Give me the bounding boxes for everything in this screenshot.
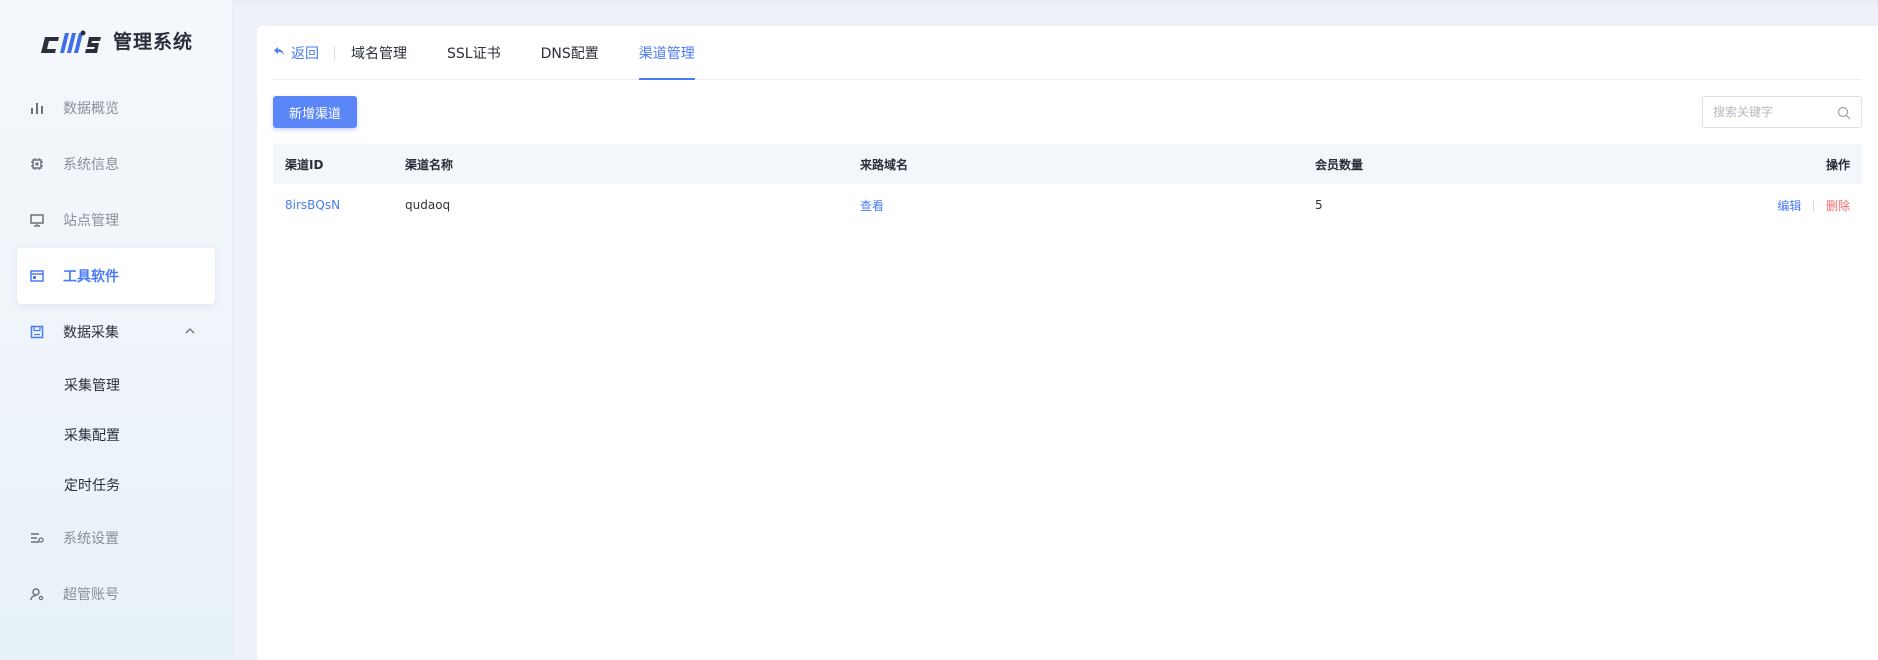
sidebar-item-tools[interactable]: 工具软件 bbox=[17, 248, 215, 304]
monitor-icon bbox=[29, 212, 45, 228]
sidebar-subitem-label: 采集管理 bbox=[64, 378, 120, 394]
header-source-domain: 来路域名 bbox=[860, 157, 909, 172]
sidebar-item-data-collection[interactable]: 数据采集 bbox=[17, 304, 215, 360]
sidebar-item-label: 超管账号 bbox=[63, 587, 119, 603]
save-icon bbox=[29, 324, 45, 340]
sidebar-subitem-collect-manage[interactable]: 采集管理 bbox=[17, 360, 215, 410]
table-row: 8irsBQsN qudaoq 查看 5 编辑 删除 bbox=[273, 184, 1862, 226]
content-panel: 返回 域名管理 SSL证书 DNS配置 渠道管理 新增渠道 搜索关键字 渠道ID… bbox=[257, 26, 1878, 660]
sidebar-menu: 数据概览 系统信息 站点管理 工具软件 数据采集 采集管理 采集配置 定时任务 … bbox=[0, 80, 232, 622]
sidebar-item-label: 系统设置 bbox=[63, 531, 119, 547]
sidebar-subitem-label: 采集配置 bbox=[64, 428, 120, 444]
table-header-row: 渠道ID 渠道名称 来路域名 会员数量 操作 bbox=[273, 144, 1862, 184]
sidebar-item-label: 数据概览 bbox=[63, 101, 119, 117]
add-channel-button[interactable]: 新增渠道 bbox=[273, 96, 358, 128]
sidebar-item-sites[interactable]: 站点管理 bbox=[17, 192, 215, 248]
op-divider bbox=[1813, 201, 1815, 211]
sidebar-item-label: 系统信息 bbox=[63, 157, 119, 173]
cell-member-count: 5 bbox=[1315, 198, 1323, 212]
app-root: 管理系统 数据概览 系统信息 站点管理 工具软件 数据采集 采集管理 采集配置 … bbox=[0, 0, 1878, 660]
sidebar: 管理系统 数据概览 系统信息 站点管理 工具软件 数据采集 采集管理 采集配置 … bbox=[0, 0, 233, 660]
tab-label: 渠道管理 bbox=[638, 45, 695, 62]
window-icon bbox=[29, 268, 45, 284]
main-content: 返回 域名管理 SSL证书 DNS配置 渠道管理 新增渠道 搜索关键字 渠道ID… bbox=[233, 0, 1878, 660]
toolbar: 新增渠道 bbox=[273, 80, 1862, 144]
tab-bar: 返回 域名管理 SSL证书 DNS配置 渠道管理 bbox=[273, 26, 1862, 80]
user-icon bbox=[29, 586, 45, 602]
tab-label: DNS配置 bbox=[540, 45, 599, 62]
channel-id-link[interactable]: 8irsBQsN bbox=[285, 198, 340, 212]
tab-label: 域名管理 bbox=[351, 45, 407, 62]
tab-ssl[interactable]: SSL证书 bbox=[447, 26, 501, 79]
view-domain-link[interactable]: 查看 bbox=[860, 199, 884, 213]
sidebar-item-system-info[interactable]: 系统信息 bbox=[17, 136, 215, 192]
back-button[interactable]: 返回 bbox=[273, 26, 335, 79]
header-member-count: 会员数量 bbox=[1315, 157, 1364, 172]
search-box[interactable] bbox=[1702, 96, 1862, 128]
top-strip bbox=[233, 0, 1878, 4]
search-icon[interactable] bbox=[1837, 105, 1851, 120]
cell-operations: 编辑 删除 bbox=[1758, 184, 1862, 226]
cell-source-domain: 查看 bbox=[848, 184, 1303, 226]
search-input[interactable] bbox=[1713, 105, 1833, 119]
tab-domain-manage[interactable]: 域名管理 bbox=[351, 26, 407, 79]
logo: 管理系统 bbox=[0, 0, 232, 80]
back-arrow-icon bbox=[273, 45, 285, 60]
header-channel-name: 渠道名称 bbox=[405, 157, 454, 172]
sidebar-subitem-label: 定时任务 bbox=[64, 478, 120, 494]
logo-text: 管理系统 bbox=[112, 30, 193, 53]
sidebar-item-label: 工具软件 bbox=[63, 269, 119, 285]
header-channel-id: 渠道ID bbox=[285, 157, 324, 172]
sidebar-item-label: 数据采集 bbox=[63, 325, 119, 341]
delete-link[interactable]: 删除 bbox=[1826, 199, 1850, 213]
sidebar-item-system-settings[interactable]: 系统设置 bbox=[17, 510, 215, 566]
cell-channel-name: qudaoq bbox=[405, 198, 451, 212]
bar-chart-icon bbox=[29, 100, 45, 116]
tab-dns[interactable]: DNS配置 bbox=[541, 26, 599, 79]
chip-icon bbox=[29, 156, 45, 172]
header-operations: 操作 bbox=[1825, 157, 1850, 172]
sidebar-item-label: 站点管理 bbox=[63, 213, 119, 229]
sidebar-subitem-scheduled-tasks[interactable]: 定时任务 bbox=[17, 460, 215, 510]
cms-logo-icon bbox=[39, 25, 103, 55]
cell-channel-id: 8irsBQsN bbox=[273, 184, 393, 226]
sidebar-subitem-collect-config[interactable]: 采集配置 bbox=[17, 410, 215, 460]
settings-sliders-icon bbox=[29, 530, 45, 546]
edit-link[interactable]: 编辑 bbox=[1777, 199, 1801, 213]
sidebar-item-overview[interactable]: 数据概览 bbox=[17, 80, 215, 136]
sidebar-item-admin-account[interactable]: 超管账号 bbox=[17, 566, 215, 622]
chevron-up-icon[interactable] bbox=[183, 324, 197, 338]
tab-label: SSL证书 bbox=[447, 45, 501, 62]
channel-table: 渠道ID 渠道名称 来路域名 会员数量 操作 8irsBQsN qudaoq 查… bbox=[273, 144, 1862, 226]
back-label: 返回 bbox=[291, 45, 319, 62]
tab-channel-manage[interactable]: 渠道管理 bbox=[638, 26, 695, 80]
